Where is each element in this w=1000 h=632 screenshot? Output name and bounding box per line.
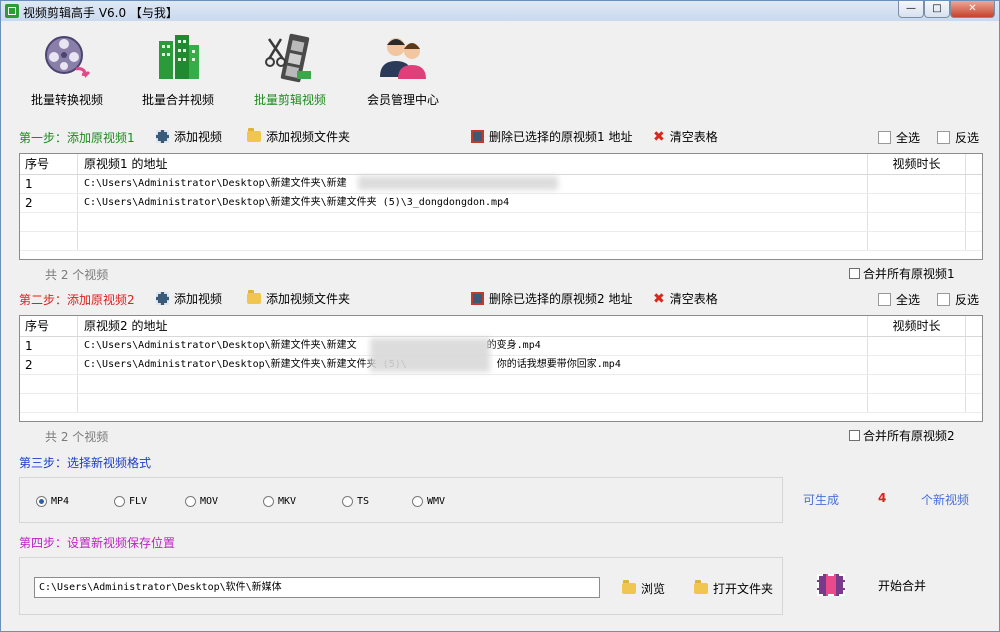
format-flv-radio[interactable]: FLV: [114, 496, 147, 507]
save-path-input[interactable]: C:\Users\Administrator\Desktop\软件\新媒体: [34, 577, 600, 598]
step2-count: 共 2 个视频: [45, 430, 109, 444]
batch-merge-button[interactable]: 批量合并视频: [128, 31, 228, 113]
page-icon: [937, 131, 950, 144]
table-row[interactable]: 1 C:\Users\Administrator\Desktop\新建文件夹\新…: [20, 337, 982, 356]
table-row-empty: [20, 375, 982, 394]
generate-count: 4: [878, 491, 887, 505]
format-mov-radio[interactable]: MOV: [185, 496, 218, 507]
film-icon: [156, 292, 169, 305]
step2-select-all-button[interactable]: 全选: [878, 291, 920, 308]
step3-label: 第三步：选择新视频格式: [19, 456, 152, 470]
start-merge-button[interactable]: 开始合并: [817, 574, 926, 596]
step1-count: 共 2 个视频: [45, 268, 109, 282]
table-row-empty: [20, 232, 982, 251]
film-reel-icon: [40, 31, 94, 85]
step2-clear-table-button[interactable]: ✖ 清空表格: [653, 290, 718, 307]
step1-select-all-button[interactable]: 全选: [878, 129, 920, 146]
red-x-icon: ✖: [653, 128, 665, 145]
step1-add-folder-button[interactable]: 添加视频文件夹: [247, 128, 350, 145]
app-icon: [5, 4, 19, 18]
title-bar: 视频剪辑高手 V6.0 【与我】 — □ ✕: [1, 1, 999, 21]
col-path[interactable]: 原视频1 的地址: [78, 154, 868, 174]
minimize-button[interactable]: —: [898, 1, 924, 18]
step1-add-video-button[interactable]: 添加视频: [156, 128, 222, 145]
col-path[interactable]: 原视频2 的地址: [78, 316, 868, 336]
main-window: 视频剪辑高手 V6.0 【与我】 — □ ✕ 批量转换视频 批量合并视频 批量剪…: [0, 0, 1000, 632]
buildings-icon: [151, 31, 205, 85]
users-icon: [376, 31, 430, 85]
batch-convert-button[interactable]: 批量转换视频: [17, 31, 117, 113]
step1-merge-all-checkbox[interactable]: 合并所有原视频1: [849, 265, 955, 282]
window-title: 视频剪辑高手 V6.0 【与我】: [23, 6, 178, 20]
table-header: 序号 原视频1 的地址 视频时长: [20, 154, 982, 175]
can-generate-label: 可生成: [803, 493, 840, 507]
step2-merge-all-checkbox[interactable]: 合并所有原视频2: [849, 427, 955, 444]
step1-clear-table-button[interactable]: ✖ 清空表格: [653, 128, 718, 145]
page-icon: [937, 293, 950, 306]
batch-merge-label: 批量合并视频: [141, 93, 214, 107]
table-row[interactable]: 2 C:\Users\Administrator\Desktop\新建文件夹\新…: [20, 194, 982, 213]
page-icon: [878, 131, 891, 144]
browse-button[interactable]: 浏览: [622, 580, 665, 597]
step1-delete-selected-button[interactable]: 删除已选择的原视频1 地址: [471, 128, 632, 145]
redacted-area: [370, 338, 490, 372]
folder-icon: [247, 290, 261, 304]
page-icon: [878, 293, 891, 306]
film-merge-icon: [817, 574, 845, 596]
col-duration[interactable]: 视频时长: [868, 154, 966, 174]
delete-film-icon: [471, 292, 484, 305]
table-row[interactable]: 2 C:\Users\Administrator\Desktop\新建文件夹\新…: [20, 356, 982, 375]
step2-add-folder-button[interactable]: 添加视频文件夹: [247, 290, 350, 307]
open-folder-button[interactable]: 打开文件夹: [694, 580, 773, 597]
folder-icon: [622, 580, 636, 594]
step2-video-table[interactable]: 序号 原视频2 的地址 视频时长 1 C:\Users\Administrato…: [19, 315, 983, 422]
batch-convert-label: 批量转换视频: [30, 93, 103, 107]
step4-label: 第四步：设置新视频保存位置: [19, 536, 176, 550]
film-strip-icon: [263, 31, 317, 85]
step2-add-video-button[interactable]: 添加视频: [156, 290, 222, 307]
step1-invert-button[interactable]: 反选: [937, 129, 979, 146]
red-x-icon: ✖: [653, 290, 665, 307]
table-row-empty: [20, 213, 982, 232]
step1-video-table[interactable]: 序号 原视频1 的地址 视频时长 1 C:\Users\Administrato…: [19, 153, 983, 260]
film-icon: [156, 130, 169, 143]
folder-icon: [694, 580, 708, 594]
close-button[interactable]: ✕: [950, 1, 995, 18]
batch-edit-label: 批量剪辑视频: [253, 93, 326, 107]
delete-film-icon: [471, 130, 484, 143]
step1-label: 第一步：添加原视频1: [19, 131, 135, 145]
step2-invert-button[interactable]: 反选: [937, 291, 979, 308]
member-center-button[interactable]: 会员管理中心: [353, 31, 453, 113]
col-index[interactable]: 序号: [20, 316, 78, 336]
new-video-unit-label: 个新视频: [921, 493, 970, 507]
format-mp4-radio[interactable]: MP4: [36, 496, 69, 507]
step2-delete-selected-button[interactable]: 删除已选择的原视频2 地址: [471, 290, 632, 307]
col-index[interactable]: 序号: [20, 154, 78, 174]
batch-edit-button[interactable]: 批量剪辑视频: [240, 31, 340, 113]
step2-label: 第二步：添加原视频2: [19, 293, 135, 307]
member-center-label: 会员管理中心: [366, 93, 439, 107]
redacted-area: [358, 176, 558, 190]
format-mkv-radio[interactable]: MKV: [263, 496, 296, 507]
folder-icon: [247, 128, 261, 142]
table-header: 序号 原视频2 的地址 视频时长: [20, 316, 982, 337]
col-duration[interactable]: 视频时长: [868, 316, 966, 336]
table-row-empty: [20, 394, 982, 413]
format-ts-radio[interactable]: TS: [342, 496, 369, 507]
format-wmv-radio[interactable]: WMV: [412, 496, 445, 507]
maximize-button[interactable]: □: [924, 1, 950, 18]
